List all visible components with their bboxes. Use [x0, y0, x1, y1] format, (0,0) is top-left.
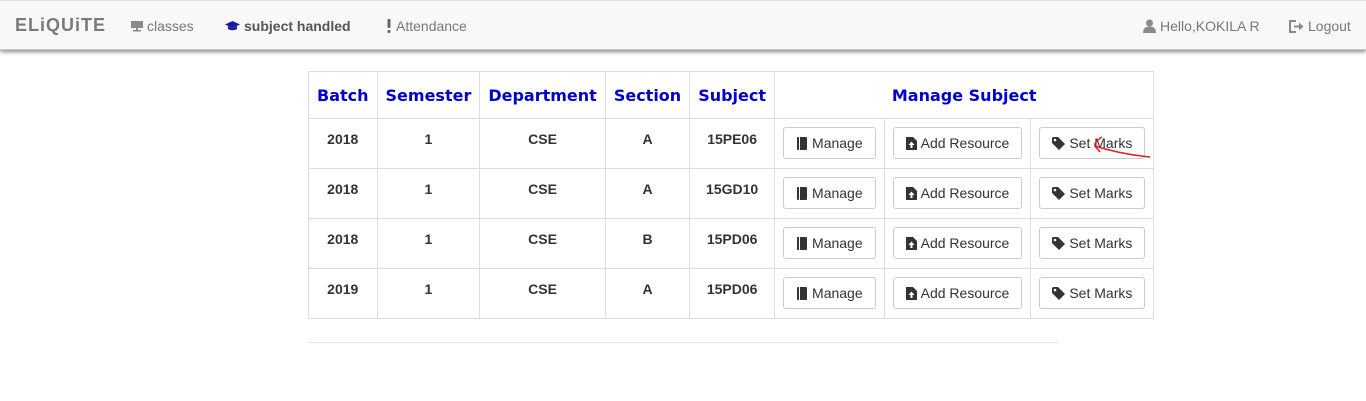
manage-cell: Manage	[774, 118, 885, 169]
add-resource-button-label: Add Resource	[920, 185, 1010, 201]
file-upload-icon	[905, 286, 917, 300]
batch-cell: 2019	[308, 268, 378, 319]
manage-cell: Manage	[774, 218, 885, 269]
nav-user-greeting[interactable]: Hello,KOKILA R	[1143, 18, 1260, 34]
department-cell: CSE	[479, 218, 606, 269]
set-marks-button-label: Set Marks	[1069, 185, 1133, 201]
table-row: 2018 1 CSE A 15GD10 Manage Add Resource Set …	[308, 168, 1155, 219]
set-marks-cell: Set Marks	[1030, 218, 1155, 269]
semester-cell: 1	[376, 268, 481, 319]
batch-cell: 2018	[308, 218, 378, 269]
column-header-department: Department	[479, 71, 606, 119]
brand-logo[interactable]: ELiQUiTE	[15, 15, 106, 36]
logout-label: Logout	[1308, 18, 1351, 34]
tag-icon	[1052, 236, 1066, 250]
nav-item-label: classes	[147, 18, 194, 34]
subject-cell: 15GD10	[689, 168, 776, 219]
exclamation-icon	[387, 19, 391, 33]
section-cell: A	[604, 268, 691, 319]
book-icon	[797, 286, 808, 300]
table-row: 2018 1 CSE B 15PD06 Manage Add Resource Set …	[308, 218, 1155, 269]
nav-item-attendance[interactable]: Attendance	[386, 18, 467, 34]
set-marks-button[interactable]: Set Marks	[1039, 227, 1146, 259]
set-marks-button-label: Set Marks	[1069, 285, 1133, 301]
semester-cell: 1	[376, 218, 481, 269]
column-header-semester: Semester	[376, 71, 481, 119]
logout-icon	[1289, 19, 1304, 33]
add-resource-cell: Add Resource	[883, 218, 1032, 269]
set-marks-cell: Set Marks	[1030, 268, 1155, 319]
section-cell: B	[604, 218, 691, 269]
manage-button-label: Manage	[812, 285, 863, 301]
manage-button[interactable]: Manage	[783, 227, 876, 259]
add-resource-button[interactable]: Add Resource	[892, 277, 1023, 309]
nav-item-label: Attendance	[396, 18, 467, 34]
book-icon	[797, 236, 808, 250]
manage-cell: Manage	[774, 168, 885, 219]
batch-cell: 2018	[308, 168, 378, 219]
section-cell: A	[604, 118, 691, 169]
manage-cell: Manage	[774, 268, 885, 319]
nav-item-label: subject handled	[244, 18, 351, 34]
add-resource-button-label: Add Resource	[920, 135, 1010, 151]
subjects-table: Batch Semester Department Section Subjec…	[308, 71, 1155, 319]
user-icon	[1143, 19, 1156, 33]
table-row: 2019 1 CSE A 15PD06 Manage Add Resource Set …	[308, 268, 1155, 319]
section-cell: A	[604, 168, 691, 219]
column-header-manage-subject: Manage Subject	[774, 71, 1155, 119]
manage-button[interactable]: Manage	[783, 277, 876, 309]
file-upload-icon	[905, 186, 917, 200]
file-upload-icon	[905, 136, 917, 150]
add-resource-button-label: Add Resource	[920, 235, 1010, 251]
manage-button[interactable]: Manage	[783, 127, 876, 159]
set-marks-button-label: Set Marks	[1069, 235, 1133, 251]
graduation-cap-icon	[225, 21, 240, 31]
table-header-row: Batch Semester Department Section Subjec…	[308, 71, 1155, 119]
batch-cell: 2018	[308, 118, 378, 169]
subject-cell: 15PD06	[689, 218, 776, 269]
subject-cell: 15PE06	[689, 118, 776, 169]
set-marks-button[interactable]: Set Marks	[1039, 277, 1146, 309]
subject-cell: 15PD06	[689, 268, 776, 319]
tag-icon	[1052, 136, 1066, 150]
file-upload-icon	[905, 236, 917, 250]
add-resource-button-label: Add Resource	[920, 285, 1010, 301]
table-row: 2018 1 CSE A 15PE06 Manage Add Resource Set …	[308, 118, 1155, 169]
manage-button-label: Manage	[812, 235, 863, 251]
add-resource-button[interactable]: Add Resource	[892, 227, 1023, 259]
logout-link[interactable]: Logout	[1289, 18, 1351, 34]
nav-item-classes[interactable]: classes	[131, 18, 194, 34]
manage-button-label: Manage	[812, 185, 863, 201]
divider	[308, 342, 1058, 343]
manage-button-label: Manage	[812, 135, 863, 151]
department-cell: CSE	[479, 268, 606, 319]
department-cell: CSE	[479, 118, 606, 169]
add-resource-cell: Add Resource	[883, 268, 1032, 319]
book-icon	[797, 136, 808, 150]
add-resource-button[interactable]: Add Resource	[892, 127, 1023, 159]
add-resource-cell: Add Resource	[883, 118, 1032, 169]
department-cell: CSE	[479, 168, 606, 219]
add-resource-button[interactable]: Add Resource	[892, 177, 1023, 209]
semester-cell: 1	[376, 168, 481, 219]
column-header-batch: Batch	[308, 71, 378, 119]
user-greeting-label: Hello,KOKILA R	[1160, 18, 1260, 34]
red-pen-annotation	[1094, 136, 1151, 158]
tag-icon	[1052, 186, 1066, 200]
tag-icon	[1052, 286, 1066, 300]
column-header-section: Section	[604, 71, 691, 119]
navbar: ELiQUiTE classes subject handled Attenda…	[0, 0, 1366, 50]
book-icon	[797, 186, 808, 200]
nav-item-subject-handled[interactable]: subject handled	[225, 18, 351, 34]
set-marks-cell: Set Marks	[1030, 168, 1155, 219]
semester-cell: 1	[376, 118, 481, 169]
monitor-icon	[131, 21, 143, 32]
add-resource-cell: Add Resource	[883, 168, 1032, 219]
column-header-subject: Subject	[689, 71, 776, 119]
set-marks-button[interactable]: Set Marks	[1039, 177, 1146, 209]
manage-button[interactable]: Manage	[783, 177, 876, 209]
